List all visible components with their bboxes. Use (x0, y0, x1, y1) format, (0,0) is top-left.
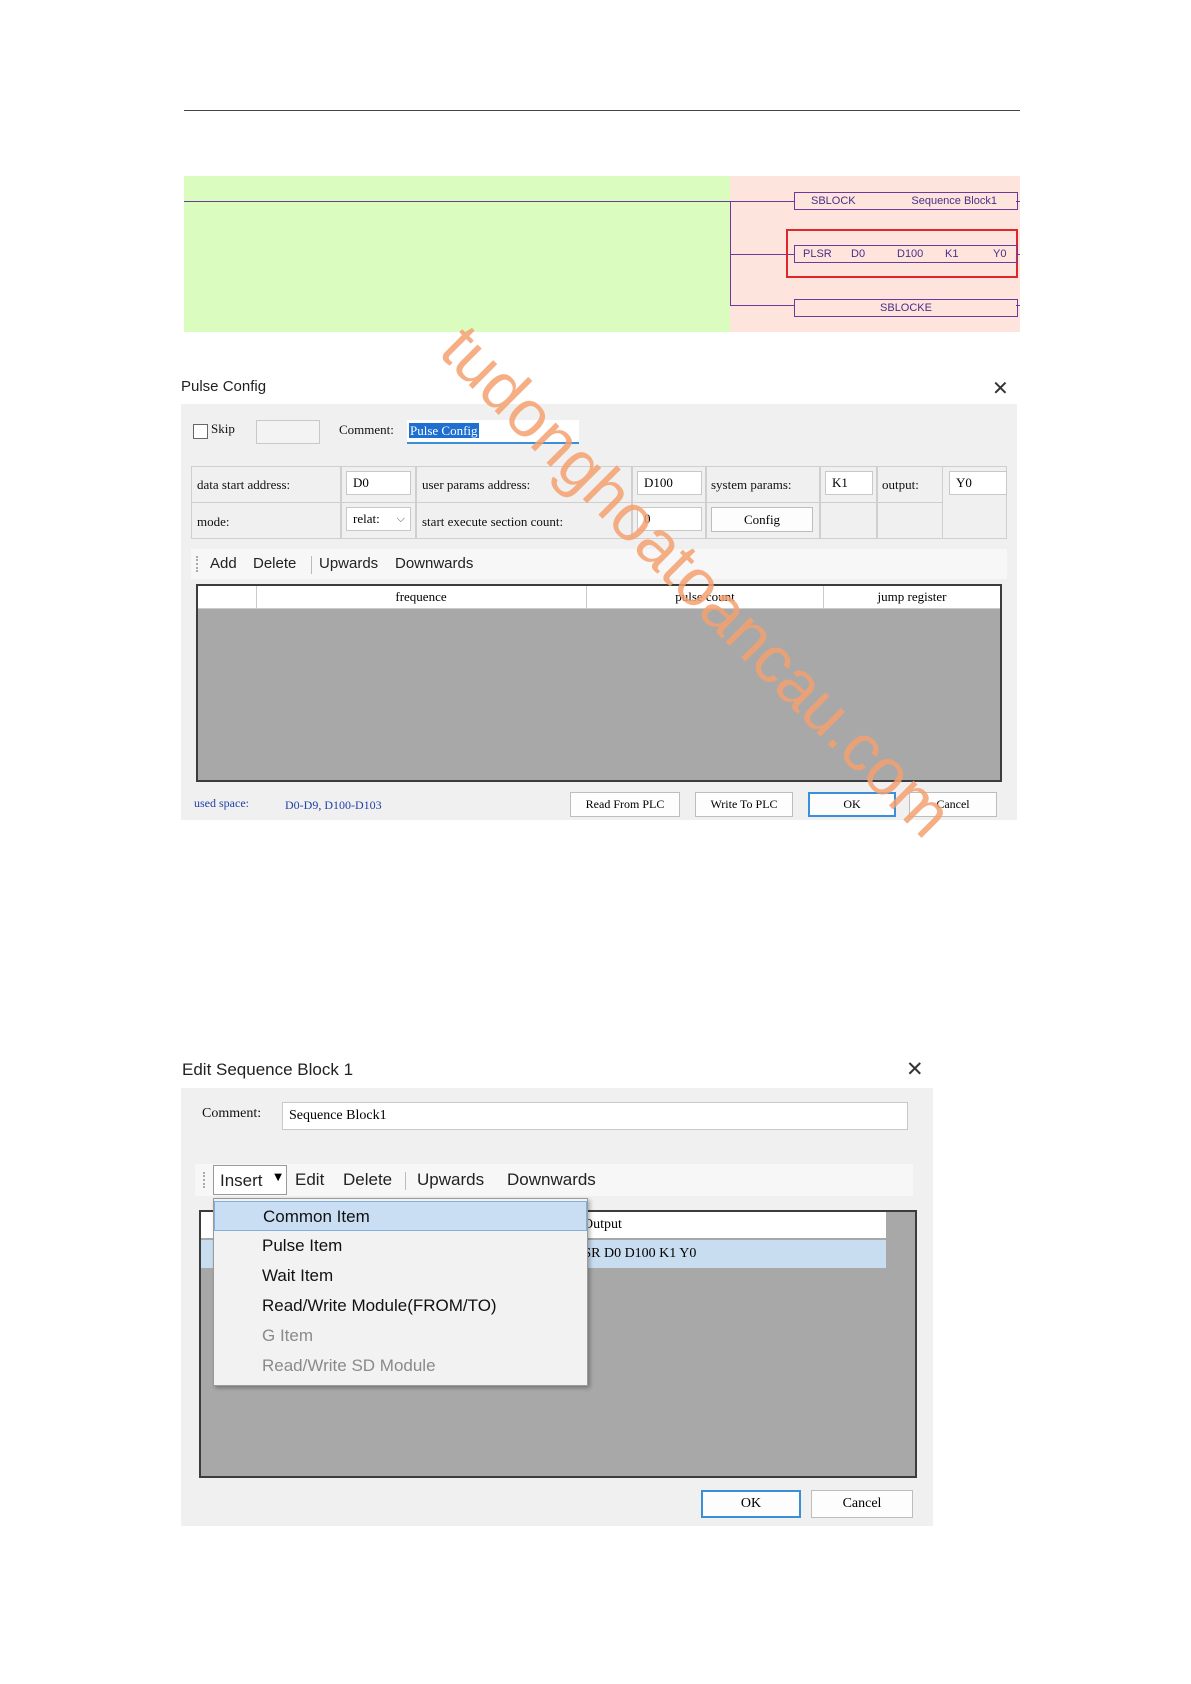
system-params-value: K1 (832, 475, 848, 490)
user-params-address-value: D100 (644, 475, 673, 490)
skip-label: Skip (211, 421, 235, 436)
comment-label: Comment: (339, 422, 394, 437)
read-from-plc-button[interactable]: Read From PLC (570, 792, 680, 817)
add-button[interactable]: Add (210, 555, 237, 572)
pulse-config-body: Skip Comment: Pulse Config data start ad… (181, 404, 1017, 820)
start-execute-field[interactable]: 0 (637, 507, 702, 531)
output-field[interactable]: Y0 (949, 471, 1007, 495)
chevron-down-icon: ⌵ (396, 513, 405, 525)
system-params-label: system params: (711, 477, 792, 492)
output-value: Y0 (956, 475, 972, 490)
ladder-plsr-arg3: K1 (945, 248, 959, 260)
skip-field[interactable] (256, 420, 320, 444)
pulse-items-table[interactable]: frequence pulse count jump register (196, 584, 1002, 782)
pulse-toolbar (191, 549, 1007, 579)
column-output[interactable]: Output (583, 1212, 622, 1238)
insert-dropdown-button[interactable]: Insert ▼ (213, 1165, 287, 1195)
ladder-branch-vertical (730, 201, 731, 305)
comment-field[interactable]: Pulse Config (407, 420, 579, 444)
ladder-sblock-comment: Sequence Block1 (911, 195, 997, 207)
params-cell-12 (820, 502, 877, 539)
caret-down-icon: ▼ (274, 1172, 282, 1183)
comment-field[interactable]: Sequence Block1 (282, 1102, 908, 1130)
start-execute-label: start execute section count: (422, 514, 564, 529)
data-start-address-value: D0 (353, 475, 369, 490)
menu-item-wait[interactable]: Wait Item (214, 1261, 587, 1291)
menu-item-g: G Item (262, 1326, 314, 1345)
ladder-sblocke-box[interactable]: SBLOCKE (794, 299, 1018, 317)
downwards-button[interactable]: Downwards (395, 555, 473, 572)
data-start-address-label: data start address: (197, 477, 291, 492)
toolbar-separator (405, 1172, 406, 1190)
ladder-plsr-op: PLSR (803, 248, 832, 260)
output-label: output: (882, 477, 919, 492)
ladder-sblocke-op: SBLOCKE (880, 302, 932, 314)
ladder-plsr-arg2: D100 (897, 248, 924, 260)
used-space-label: used space: (194, 796, 249, 810)
menu-item-read-write-sd: Read/Write SD Module (262, 1356, 436, 1375)
menu-item-common[interactable]: Common Item (214, 1201, 587, 1231)
column-pulse-count[interactable]: pulse count (587, 586, 824, 608)
skip-checkbox[interactable] (193, 424, 208, 439)
edit-sequence-body: Comment: Sequence Block1 Insert ▼ Edit D… (181, 1088, 933, 1526)
mode-select[interactable]: relat: ⌵ (346, 507, 411, 531)
edit-button[interactable]: Edit (295, 1170, 324, 1190)
ladder-rail (184, 201, 730, 202)
insert-menu: Common Item Pulse Item Wait Item Read/Wr… (213, 1198, 588, 1386)
delete-button[interactable]: Delete (343, 1170, 392, 1190)
pulse-config-title: Pulse Config (181, 378, 267, 395)
config-button[interactable]: Config (711, 507, 813, 532)
ladder-left-area (184, 176, 730, 332)
ladder-sblock-box[interactable]: SBLOCK Sequence Block1 (794, 192, 1018, 210)
system-params-field[interactable]: K1 (825, 471, 873, 495)
write-to-plc-button[interactable]: Write To PLC (695, 792, 793, 817)
column-frequence[interactable]: frequence (256, 586, 587, 608)
edit-sequence-title: Edit Sequence Block 1 (182, 1060, 354, 1079)
table-header: frequence pulse count jump register (198, 586, 1000, 609)
upwards-button[interactable]: Upwards (417, 1170, 484, 1190)
user-params-address-label: user params address: (422, 477, 531, 492)
user-params-address-field[interactable]: D100 (637, 471, 702, 495)
ladder-right-stub-2 (1016, 254, 1020, 255)
insert-label: Insert (220, 1171, 263, 1190)
ladder-plsr-arg4: Y0 (993, 248, 1007, 260)
ok-button[interactable]: OK (808, 792, 896, 817)
column-jump-register[interactable]: jump register (824, 586, 1000, 608)
ladder-branch-1 (730, 201, 794, 202)
ladder-branch-3 (730, 305, 794, 306)
comment-value: Pulse Config (409, 423, 479, 438)
ladder-plsr-arg1: D0 (851, 248, 866, 260)
ladder-plsr-box[interactable]: PLSR D0 D100 K1 Y0 (794, 245, 1018, 263)
toolbar-separator (311, 556, 312, 574)
mode-value: relat: (353, 511, 380, 526)
cancel-button[interactable]: Cancel (909, 792, 997, 817)
cancel-button[interactable]: Cancel (811, 1490, 913, 1518)
upwards-button[interactable]: Upwards (319, 555, 378, 572)
comment-label: Comment: (202, 1106, 262, 1121)
mode-label: mode: (197, 514, 230, 529)
data-start-address-field[interactable]: D0 (346, 471, 411, 495)
close-icon[interactable]: ✕ (906, 1057, 924, 1081)
ladder-diagram: SBLOCK Sequence Block1 PLSR D0 D100 K1 Y… (184, 176, 1020, 332)
menu-item-read-write-module[interactable]: Read/Write Module(FROM/TO) (214, 1291, 587, 1321)
ladder-right-stub-3 (1016, 305, 1020, 306)
downwards-button[interactable]: Downwards (507, 1170, 596, 1190)
used-space-value: D0-D9, D100-D103 (285, 798, 382, 812)
menu-item-pulse[interactable]: Pulse Item (214, 1231, 587, 1261)
header-row-indicator (198, 586, 257, 608)
page-header-rule (184, 110, 1020, 111)
ladder-sblock-op: SBLOCK (811, 195, 856, 207)
params-cell-14 (877, 502, 943, 539)
ladder-branch-2 (730, 254, 794, 255)
ladder-right-stub-1 (1016, 201, 1020, 202)
delete-button[interactable]: Delete (253, 555, 296, 572)
ok-button[interactable]: OK (701, 1490, 801, 1518)
toolbar-grip-icon (203, 1172, 207, 1188)
comment-value: Sequence Block1 (289, 1108, 387, 1123)
start-execute-value: 0 (644, 511, 651, 526)
toolbar-grip-icon (196, 556, 200, 572)
close-icon[interactable]: ✕ (992, 376, 1009, 400)
